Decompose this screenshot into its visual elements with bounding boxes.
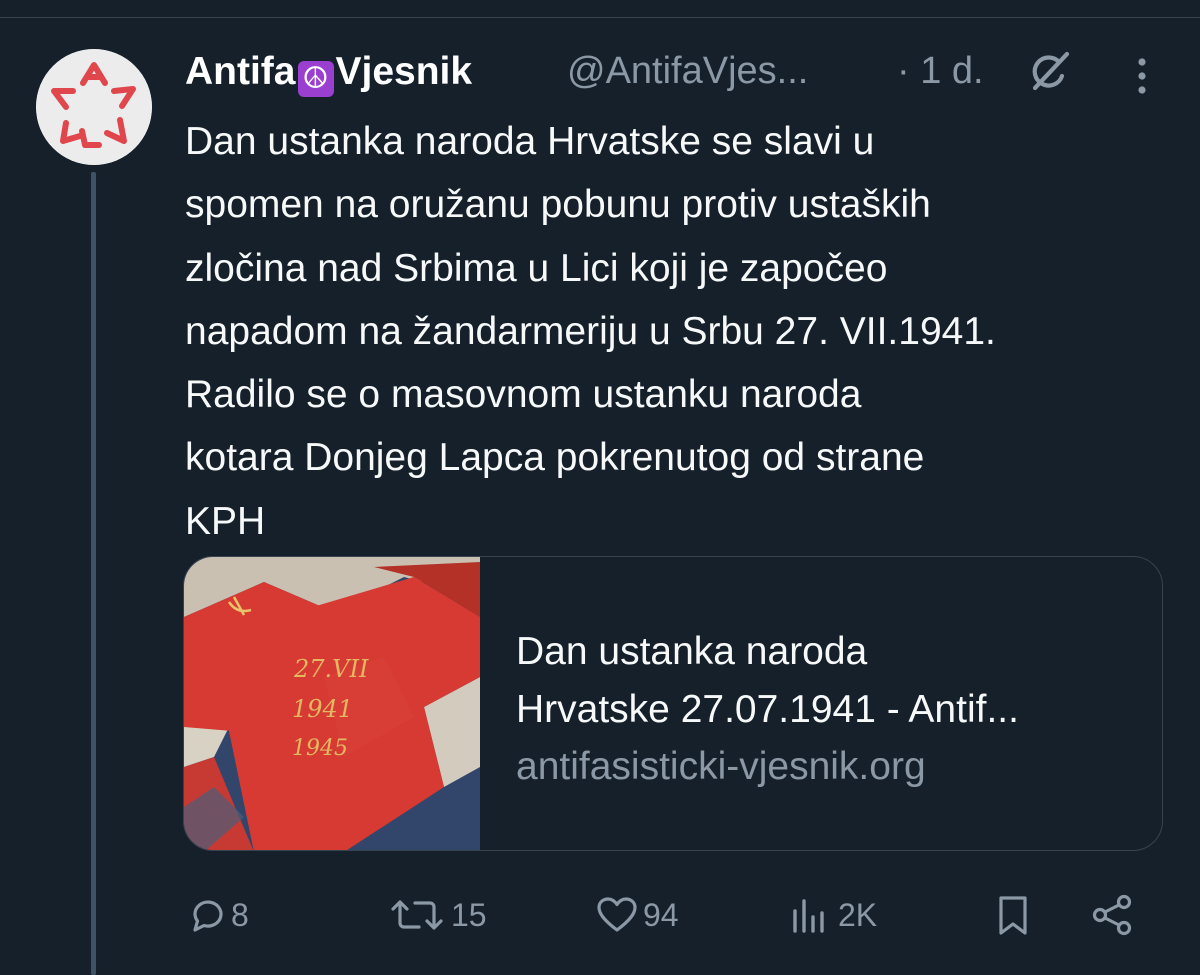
author-name-part1: Antifa <box>185 50 296 93</box>
card-title-line: Hrvatske 27.07.1941 - Antif... <box>516 688 1019 731</box>
timestamp[interactable]: · 1 d. <box>897 50 984 93</box>
share-button[interactable] <box>1090 885 1136 945</box>
thread-line <box>91 172 96 975</box>
image-year-start: 1941 <box>292 695 353 723</box>
card-domain: antifasisticki-vjesnik.org <box>516 745 926 788</box>
card-image: 27.VII 1941 1945 <box>184 557 480 850</box>
action-bar: 8 15 94 2K <box>185 885 1155 945</box>
views-count: 2K <box>838 896 878 933</box>
bookmark-icon <box>999 896 1027 935</box>
heart-icon <box>597 897 637 932</box>
card-title-line: Dan ustanka naroda <box>516 630 868 673</box>
views-icon <box>793 899 824 933</box>
card-title: Dan ustanka naroda Hrvatske 27.07.1941 -… <box>516 623 1136 739</box>
reply-count: 8 <box>231 896 249 933</box>
author-handle[interactable]: @AntifaVjes... <box>567 50 808 93</box>
tweet-line: zločina nad Srbima u Lici koji je započe… <box>185 246 888 290</box>
repost-button[interactable]: 15 <box>387 885 487 945</box>
top-divider <box>0 17 1200 18</box>
share-icon <box>1092 894 1132 936</box>
image-date-text: 27.VII <box>293 655 369 683</box>
link-card[interactable]: 27.VII 1941 1945 Dan ustanka naroda Hrva… <box>183 556 1163 851</box>
views-button[interactable]: 2K <box>790 885 877 945</box>
repost-icon <box>391 900 443 930</box>
reply-button[interactable]: 8 <box>187 885 249 945</box>
tweet-text: Dan ustanka naroda Hrvatske se slavi u s… <box>185 110 1175 553</box>
tweet-line: napadom na žandarmeriju u Srbu 27. VII.1… <box>185 309 996 353</box>
more-dots-icon[interactable] <box>1127 54 1157 98</box>
avatar-star-logo <box>36 49 152 165</box>
tweet-line: kotara Donjeg Lapca pokrenutog od strane <box>185 436 925 480</box>
image-year-end: 1945 <box>292 736 348 761</box>
like-button[interactable]: 94 <box>595 885 679 945</box>
peace-emoji-icon: ☮ <box>297 61 334 97</box>
grok-icon[interactable] <box>1021 46 1077 98</box>
tweet-line: Radilo se o masovnom ustanku naroda <box>185 373 862 417</box>
author-name[interactable]: Antifa ☮ Vjesnik <box>185 50 472 97</box>
like-count: 94 <box>643 896 679 933</box>
author-name-part2: Vjesnik <box>335 50 473 93</box>
tweet-line: spomen na oružanu pobunu protiv ustaških <box>185 183 931 227</box>
reply-icon <box>193 900 223 932</box>
tweet-line: Dan ustanka naroda Hrvatske se slavi u <box>185 120 875 163</box>
tweet-header: Antifa ☮ Vjesnik @AntifaVjes... · 1 d. <box>185 46 1195 98</box>
tweet-line: KPH <box>185 499 266 543</box>
bookmark-button[interactable] <box>993 885 1033 945</box>
avatar[interactable] <box>36 49 152 165</box>
repost-count: 15 <box>451 896 487 933</box>
